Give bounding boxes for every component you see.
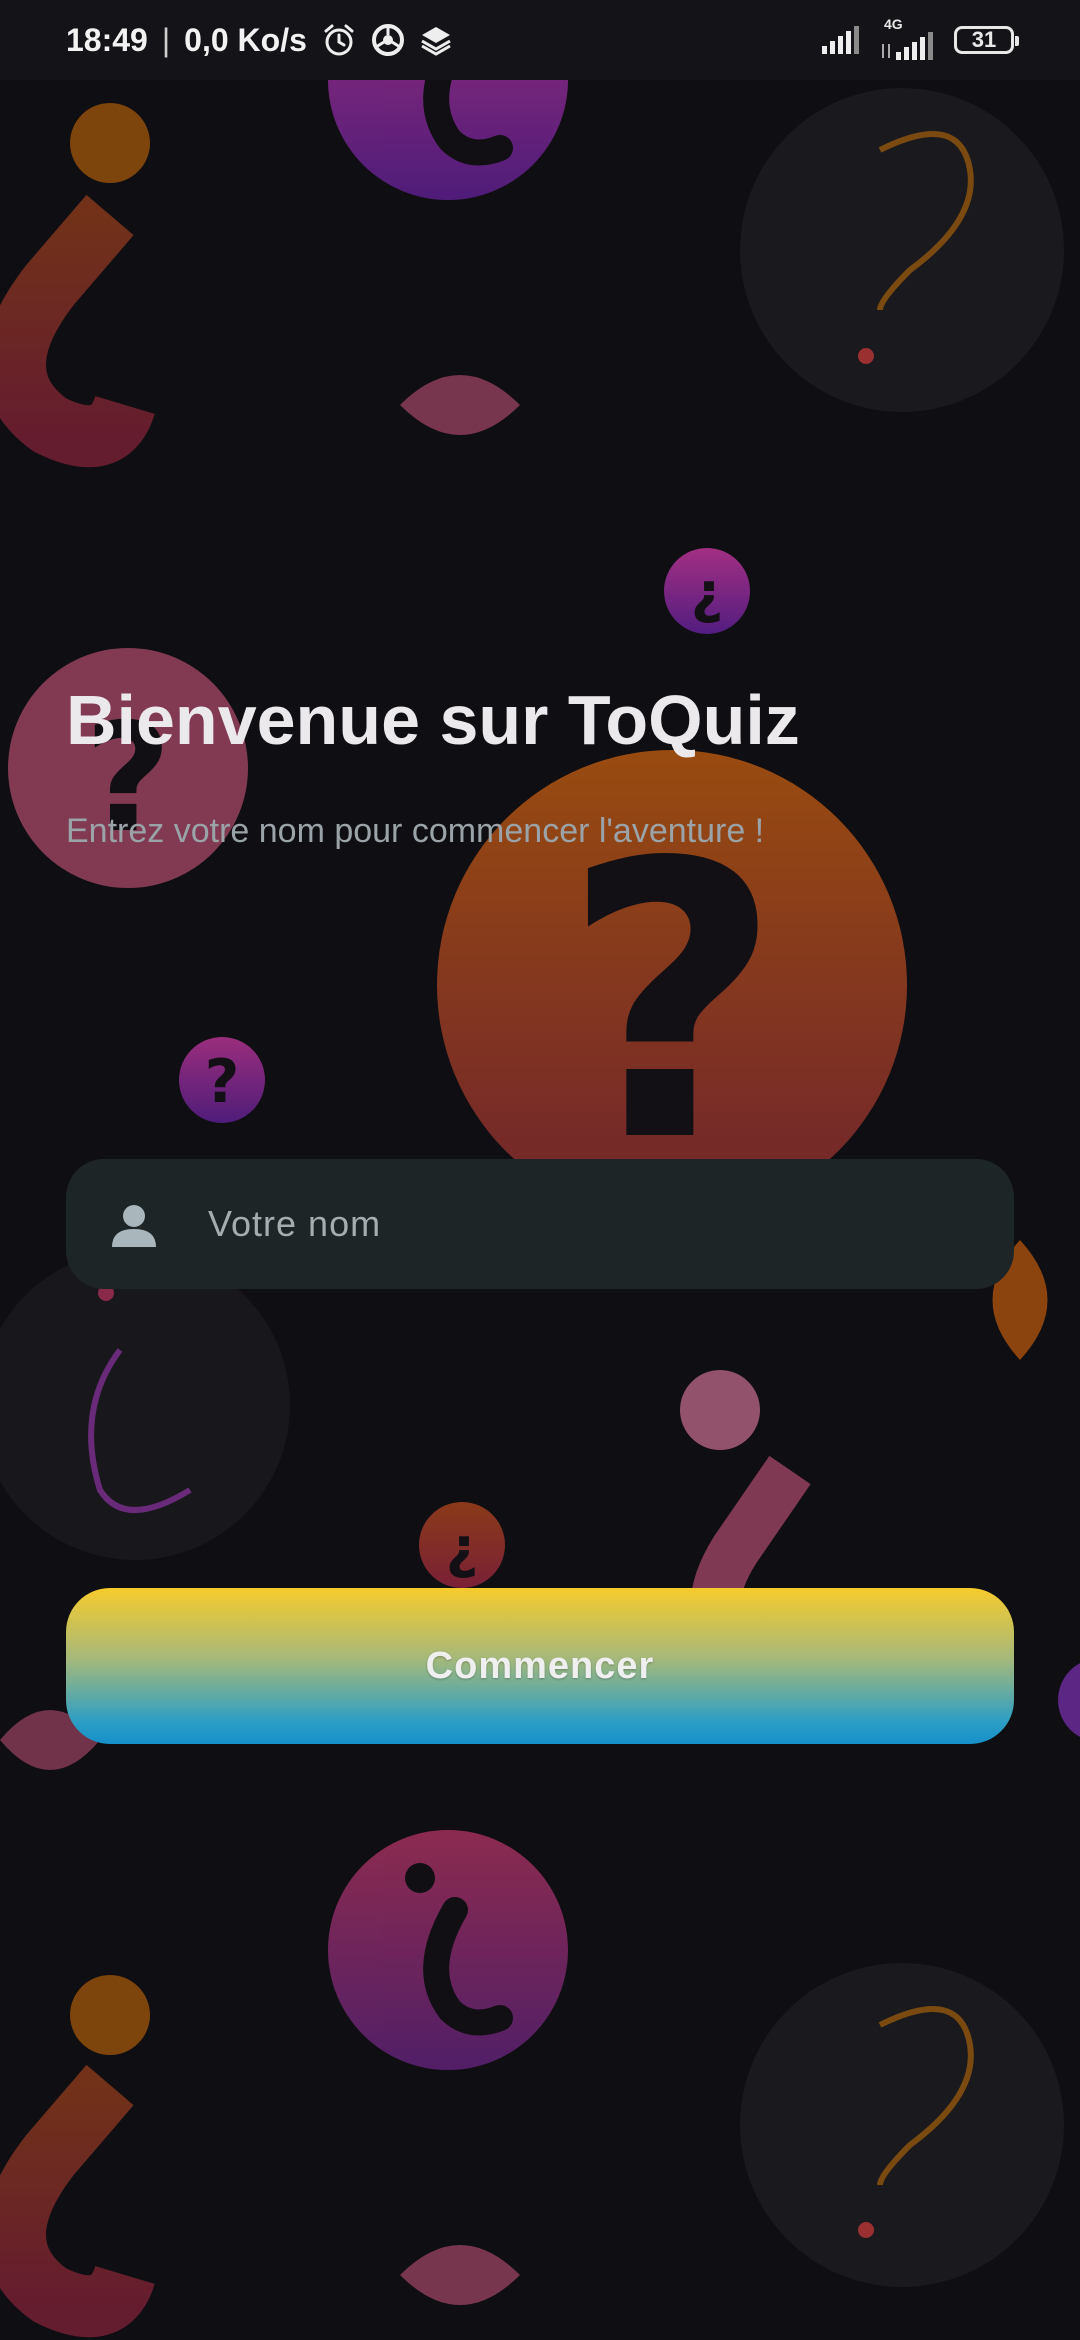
- page-subtitle: Entrez votre nom pour commencer l'aventu…: [66, 812, 765, 850]
- status-separator: |: [161, 21, 171, 58]
- battery-icon: 31: [954, 26, 1019, 54]
- battery-level: 31: [971, 27, 997, 52]
- chrome-icon: [371, 24, 404, 56]
- page-title: Bienvenue sur ToQuiz: [66, 681, 800, 759]
- person-icon: [112, 1205, 156, 1247]
- name-input[interactable]: [208, 1159, 968, 1289]
- status-net-speed: 0,0 Ko/s: [184, 21, 307, 58]
- signal-4g-indicator: 4G: [880, 16, 936, 60]
- signal-4g-icon: [882, 32, 933, 60]
- status-bar-left: 18:49 | 0,0 Ko/s: [66, 22, 453, 59]
- welcome-screen: Bienvenue sur ToQuiz Entrez votre nom po…: [0, 0, 1080, 2340]
- alarm-icon: [324, 24, 354, 56]
- layers-icon: [421, 27, 451, 56]
- name-field[interactable]: [66, 1159, 1014, 1289]
- signal-icon: [822, 26, 859, 54]
- start-button[interactable]: Commencer: [66, 1588, 1014, 1744]
- status-bar: 18:49 | 0,0 Ko/s 4G 31: [0, 0, 1080, 80]
- status-time: 18:49: [66, 21, 148, 58]
- status-bar-right: 4G 31: [820, 16, 1019, 60]
